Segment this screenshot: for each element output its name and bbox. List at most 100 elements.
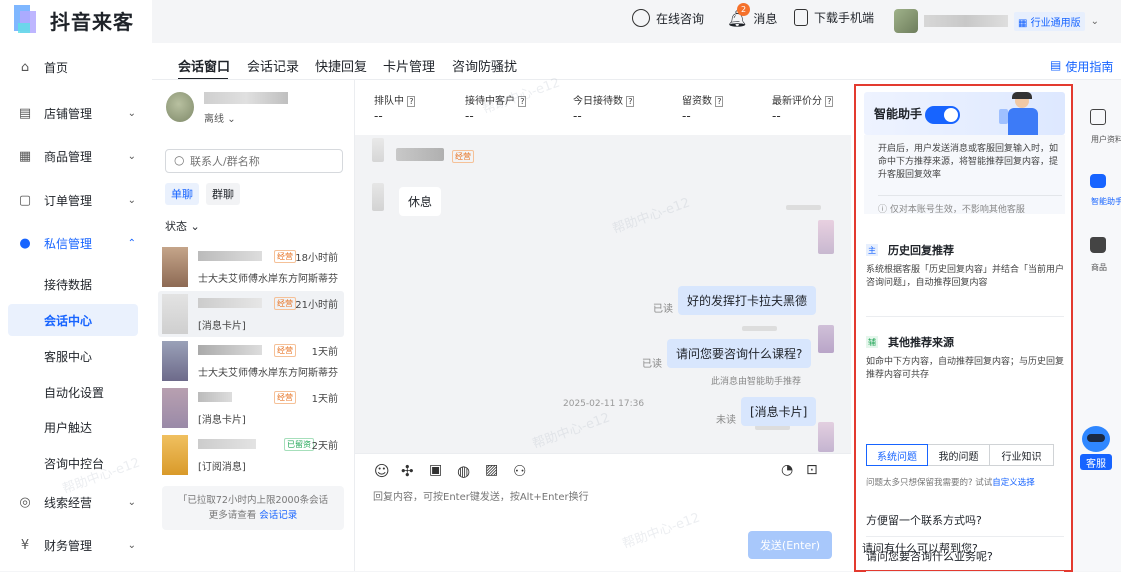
faq-divider xyxy=(866,536,1064,537)
edition-label: 行业通用版 xyxy=(1030,17,1081,29)
illustration-body xyxy=(1008,108,1038,135)
download-label: 下载手机端 xyxy=(814,11,875,25)
user-info-icon[interactable] xyxy=(1090,109,1106,125)
nav-sub-service-center[interactable]: 客服中心 xyxy=(44,348,92,365)
segment-my-questions[interactable]: 我的问题 xyxy=(928,444,990,466)
user-info-label[interactable]: 用户资料 xyxy=(1091,134,1121,145)
nav-finance[interactable]: ¥ 财务管理 ⌄ xyxy=(0,527,152,563)
chevron-down-icon: ⌄ xyxy=(190,220,200,233)
segment-industry-knowledge[interactable]: 行业知识 xyxy=(990,444,1054,466)
nav-sub-reception-data[interactable]: 接待数据 xyxy=(44,276,92,293)
robot-visor xyxy=(1087,434,1105,442)
suggested-question[interactable]: 方便留一个联系方式吗? xyxy=(866,512,982,528)
history-title: 历史回复推荐 xyxy=(888,244,954,257)
online-consult-button[interactable]: 在线咨询 xyxy=(632,9,704,27)
conversation-panel: 离线 ⌄ ○ 单聊 群聊 状态 ⌄ 经营 18小时前 士大夫艾师傅水岸东方阿斯蒂… xyxy=(152,80,354,571)
send-button[interactable]: 发送(Enter) xyxy=(748,531,832,559)
list-item[interactable]: 经营 1天前 [消息卡片] xyxy=(162,388,338,436)
product-bag-icon[interactable] xyxy=(1090,237,1106,253)
help-icon: ? xyxy=(407,96,416,107)
download-app-button[interactable]: 下载手机端 xyxy=(794,9,874,26)
service-robot-icon xyxy=(1082,426,1110,452)
agent-status-dropdown[interactable]: 离线 ⌄ xyxy=(204,110,236,125)
nav-sub-consult-console[interactable]: 咨询中控台 xyxy=(44,455,104,472)
group-chat-filter[interactable]: 群聊 xyxy=(206,183,240,205)
list-item[interactable]: 经营 1天前 士大夫艾师傅水岸东方阿斯蒂芬 xyxy=(162,341,338,389)
suggested-question[interactable]: 请问有什么可以帮到您? xyxy=(862,540,978,556)
image-icon[interactable]: ▨ xyxy=(485,462,498,478)
card-icon[interactable]: ▣ xyxy=(429,462,442,478)
status-badge: 经营 xyxy=(274,250,296,263)
stat-leads-label: 留资数 ? xyxy=(682,92,724,107)
list-item[interactable]: 经营 21小时前 [消息卡片] xyxy=(162,294,338,342)
nav-home[interactable]: ⌂ 首页 xyxy=(0,49,152,85)
tab-quick-reply[interactable]: 快捷回复 xyxy=(315,56,367,75)
service-label: 客服 xyxy=(1080,454,1112,470)
stat-rating-text: 最新评价分 xyxy=(772,96,822,107)
robot-icon[interactable]: ⊡ xyxy=(806,462,818,478)
nav-sub-session-center[interactable]: 会话中心 xyxy=(44,312,92,329)
leads-icon: ◎ xyxy=(19,494,31,510)
messages-button[interactable]: 🔔︎ 2 消息 xyxy=(727,3,777,28)
segment-system-questions[interactable]: 系统问题 xyxy=(866,444,928,466)
assistant-tab-label[interactable]: 智能助手 xyxy=(1091,196,1121,207)
store-icon: ▤ xyxy=(18,105,32,121)
list-item[interactable]: 已留资 2天前 [订阅消息] xyxy=(162,435,338,483)
avatar xyxy=(372,183,384,211)
status-filter[interactable]: 状态 ⌄ xyxy=(165,218,200,234)
avatar xyxy=(818,325,834,353)
assistant-robot-icon[interactable] xyxy=(1090,174,1106,188)
avatar xyxy=(372,138,384,162)
avatar xyxy=(818,422,834,452)
nav-order[interactable]: ▢ 订单管理 ⌄ xyxy=(0,182,152,218)
assistant-scope-text: 仅对本账号生效，不影响其他客服 xyxy=(889,205,1025,215)
reply-input[interactable] xyxy=(373,488,833,528)
agent-avatar xyxy=(166,92,194,122)
quick-reply-icon[interactable]: ✣ xyxy=(401,462,414,480)
book-icon: ▤ xyxy=(1050,58,1062,72)
history-tag: 主 xyxy=(866,244,878,256)
account-menu[interactable]: ▦ 行业通用版 ⌄ xyxy=(894,9,1099,33)
customize-link[interactable]: 自定义选择 xyxy=(992,478,1035,488)
contact-search-box[interactable]: ○ xyxy=(165,149,343,173)
customer-service-float[interactable]: 客服 xyxy=(1078,426,1114,474)
contact-name-blur xyxy=(198,298,262,308)
read-status: 未读 xyxy=(716,415,736,426)
headset-icon xyxy=(632,9,650,27)
account-name-blur xyxy=(924,15,1008,27)
nav-message[interactable]: ● 私信管理 ⌃ xyxy=(0,225,152,261)
tab-anti-harass[interactable]: 咨询防骚扰 xyxy=(452,56,517,75)
nav-store[interactable]: ▤ 店铺管理 ⌄ xyxy=(0,95,152,131)
nav-sub-user-reach[interactable]: 用户触达 xyxy=(44,419,92,436)
product-tab-label[interactable]: 商品 xyxy=(1091,262,1107,273)
chat-bubble-icon: ● xyxy=(19,235,31,251)
main-content: 会话窗口 会话记录 快捷回复 卡片管理 咨询防骚扰 ▤使用指南 离线 ⌄ ○ 单… xyxy=(152,43,1121,572)
product-icon: ▦ xyxy=(18,148,32,164)
contacts-icon[interactable]: ⚇ xyxy=(513,462,526,480)
search-input[interactable] xyxy=(190,152,335,170)
nav-product[interactable]: ▦ 商品管理 ⌄ xyxy=(0,138,152,174)
history-icon[interactable]: ◔ xyxy=(781,462,793,478)
nav-leads[interactable]: ◎ 线索经营 ⌄ xyxy=(0,484,152,520)
session-records-link[interactable]: 会话记录 xyxy=(259,510,297,521)
tab-session-window[interactable]: 会话窗口 xyxy=(178,56,230,75)
single-chat-filter[interactable]: 单聊 xyxy=(165,183,199,205)
outgoing-message: 好的发挥打卡拉夫黑德 xyxy=(678,286,817,315)
status-badge: 经营 xyxy=(274,391,296,404)
palette-icon[interactable]: ◍ xyxy=(457,462,470,480)
tab-card-manage[interactable]: 卡片管理 xyxy=(383,56,435,75)
status-badge: 经营 xyxy=(274,344,296,357)
nav-sub-automation[interactable]: 自动化设置 xyxy=(44,384,104,401)
top-bar: 在线咨询 🔔︎ 2 消息 下载手机端 ▦ 行业通用版 ⌄ xyxy=(152,0,1121,38)
nav-finance-label: 财务管理 xyxy=(44,538,93,553)
emoji-icon[interactable]: ☺ xyxy=(374,462,390,480)
tab-session-records[interactable]: 会话记录 xyxy=(247,56,299,75)
list-item[interactable]: 经营 18小时前 士大夫艾师傅水岸东方阿斯蒂芬 xyxy=(162,247,338,295)
logo[interactable]: 抖音来客 xyxy=(14,5,134,35)
user-guide-link[interactable]: ▤ 使用指南 xyxy=(1050,58,1113,75)
assistant-toggle[interactable] xyxy=(925,106,960,124)
stat-serving-value: -- xyxy=(465,109,474,123)
home-icon: ⌂ xyxy=(20,59,30,75)
nav-order-label: 订单管理 xyxy=(44,193,93,208)
list-footer-text: 「已拉取72小时内上限2000条会话 xyxy=(177,495,329,506)
